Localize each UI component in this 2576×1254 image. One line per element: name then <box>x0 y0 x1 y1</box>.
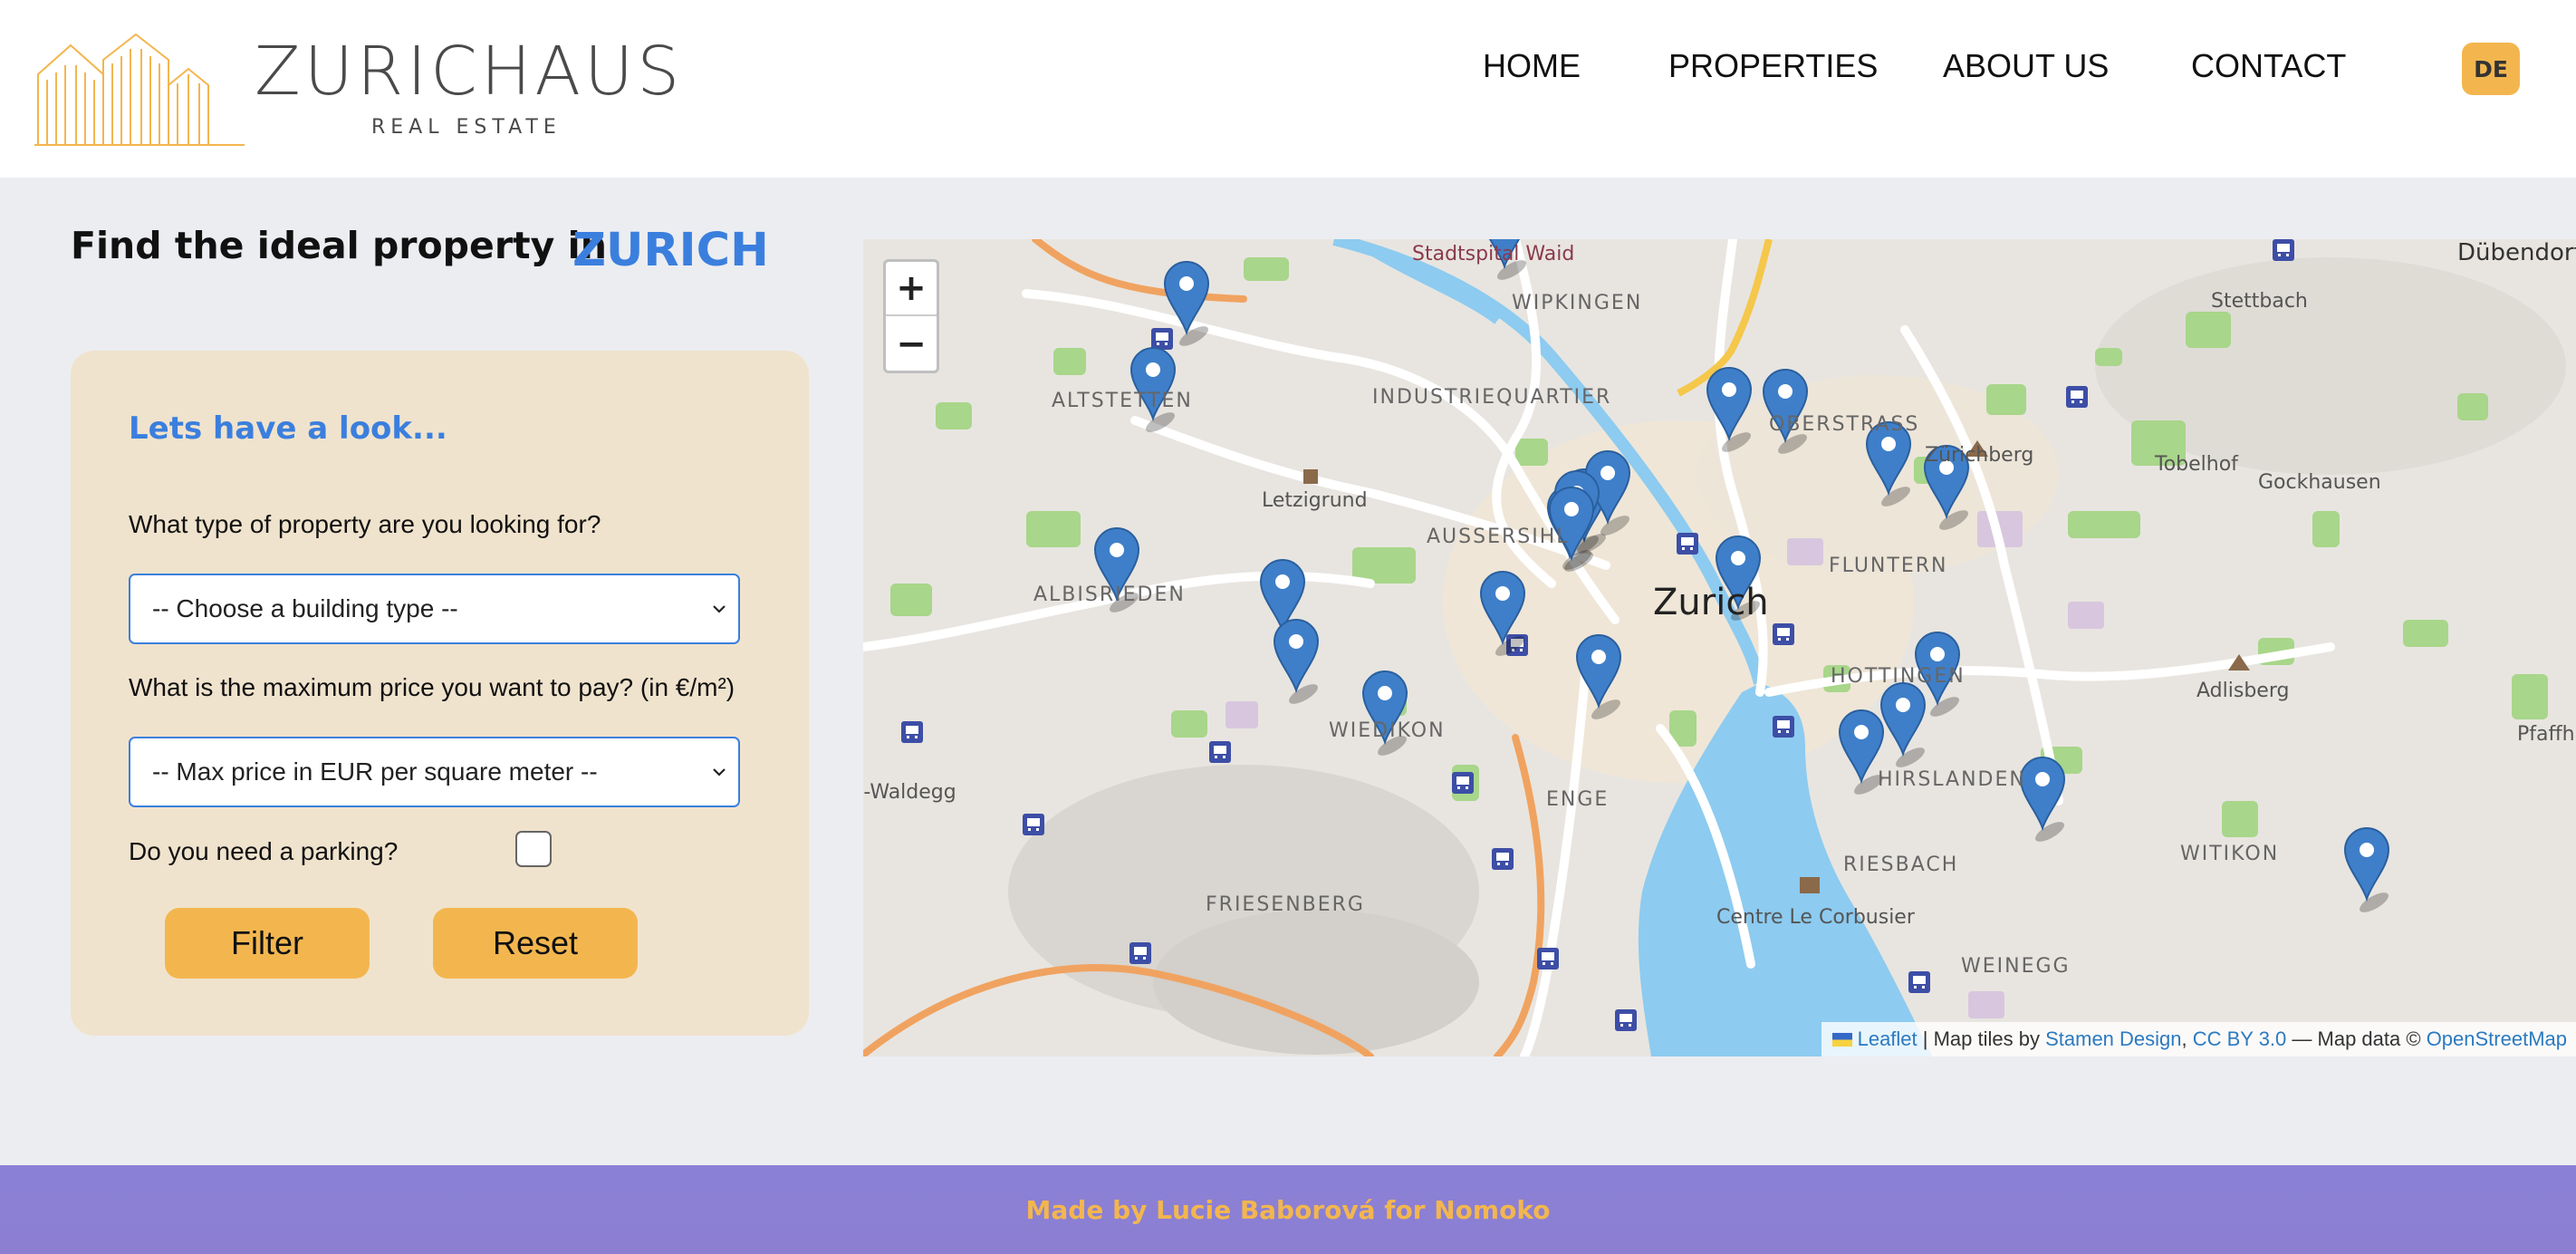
property-type-label: What type of property are you looking fo… <box>129 510 601 538</box>
stamen-link[interactable]: Stamen Design <box>2045 1027 2181 1051</box>
filter-panel: Lets have a look... What type of propert… <box>71 351 809 1036</box>
filter-button[interactable]: Filter <box>165 908 370 979</box>
page-title: Find the ideal property in <box>71 224 607 267</box>
main-nav: HOME PROPERTIES ABOUT US CONTACT <box>0 47 2576 92</box>
site-header: ZURICHAUS REAL ESTATE HOME PROPERTIES AB… <box>0 0 2576 178</box>
nav-properties[interactable]: PROPERTIES <box>1668 47 1878 85</box>
district-label: WIEDIKON <box>1329 719 1446 742</box>
filter-panel-title: Lets have a look... <box>129 410 447 447</box>
property-map[interactable]: Stadtspital Waid WIPKINGEN INDUSTRIEQUAR… <box>863 239 2576 1056</box>
district-label: WITIKON <box>2180 843 2280 865</box>
language-switch-button[interactable]: DE <box>2462 43 2520 95</box>
place-label: Letzigrund <box>1262 489 1368 512</box>
district-label: WIPKINGEN <box>1512 292 1643 314</box>
max-price-select-value: -- Max price in EUR per square meter -- <box>152 757 598 786</box>
place-label: Uitikon-Waldegg <box>863 781 956 804</box>
chevron-down-icon <box>713 768 726 777</box>
osm-link[interactable]: OpenStreetMap <box>2427 1027 2567 1051</box>
brand-subtitle: REAL ESTATE <box>371 116 562 139</box>
district-label: ALBISRIEDEN <box>1033 584 1186 606</box>
license-link[interactable]: CC BY 3.0 <box>2193 1027 2287 1051</box>
nav-home[interactable]: HOME <box>1483 47 1581 85</box>
district-label: ALTSTETTEN <box>1052 390 1193 412</box>
place-label: Centre Le Corbusier <box>1716 906 1915 929</box>
attribution-text: | Map tiles by <box>1917 1027 2046 1050</box>
max-price-select[interactable]: -- Max price in EUR per square meter -- <box>129 737 740 807</box>
parking-label: Do you need a parking? <box>129 837 399 865</box>
district-label: FRIESENBERG <box>1206 893 1365 916</box>
district-label: HIRSLANDEN <box>1878 768 2026 791</box>
max-price-label: What is the maximum price you want to pa… <box>129 673 735 701</box>
attribution-text: — Map data © <box>2286 1027 2427 1050</box>
site-footer: Made by Lucie Baborová for Nomoko <box>0 1165 2576 1254</box>
place-label: Stadtspital Waid <box>1412 243 1575 265</box>
district-label: ENGE <box>1546 788 1610 811</box>
place-label: Tobelhof <box>2155 453 2238 476</box>
district-label: WEINEGG <box>1961 955 2071 978</box>
place-label: Dübendorf <box>2457 239 2576 266</box>
property-type-select[interactable]: -- Choose a building type -- <box>129 574 740 644</box>
district-label: HOTTINGEN <box>1831 665 1966 688</box>
attribution-comma: , <box>2181 1027 2193 1050</box>
leaflet-link[interactable]: Leaflet <box>1858 1027 1918 1051</box>
chevron-down-icon <box>713 605 726 613</box>
place-label: Stettbach <box>2211 290 2308 313</box>
place-label: Gockhausen <box>2258 471 2381 494</box>
page-title-city: ZURICH <box>572 224 769 277</box>
district-label: RIESBACH <box>1843 854 1959 876</box>
zoom-out-button[interactable]: − <box>886 317 937 371</box>
zoom-control: + − <box>883 259 939 373</box>
nav-about-us[interactable]: ABOUT US <box>1943 47 2109 85</box>
map-attribution: Leaflet | Map tiles by Stamen Design , C… <box>1821 1022 2576 1056</box>
property-type-select-value: -- Choose a building type -- <box>152 594 458 622</box>
district-label: INDUSTRIEQUARTIER <box>1372 386 1612 409</box>
zoom-in-button[interactable]: + <box>886 262 937 316</box>
parking-checkbox[interactable] <box>515 831 552 867</box>
place-label: Adlisberg <box>2196 680 2290 702</box>
place-label: Zürichberg <box>1925 444 2034 467</box>
district-label: FLUNTERN <box>1829 555 1948 577</box>
nav-contact[interactable]: CONTACT <box>2191 47 2346 85</box>
map-tiles[interactable] <box>863 239 2576 1056</box>
reset-button[interactable]: Reset <box>433 908 638 979</box>
city-label: Zurich <box>1653 582 1769 623</box>
district-label: OBERSTRASS <box>1769 413 1920 436</box>
district-label: AUSSERSIHL <box>1427 526 1570 548</box>
place-label: Pfaffhausen <box>2517 723 2576 746</box>
footer-credit: Made by Lucie Baborová for Nomoko <box>1025 1194 1551 1225</box>
ukraine-flag-icon <box>1831 1032 1852 1047</box>
